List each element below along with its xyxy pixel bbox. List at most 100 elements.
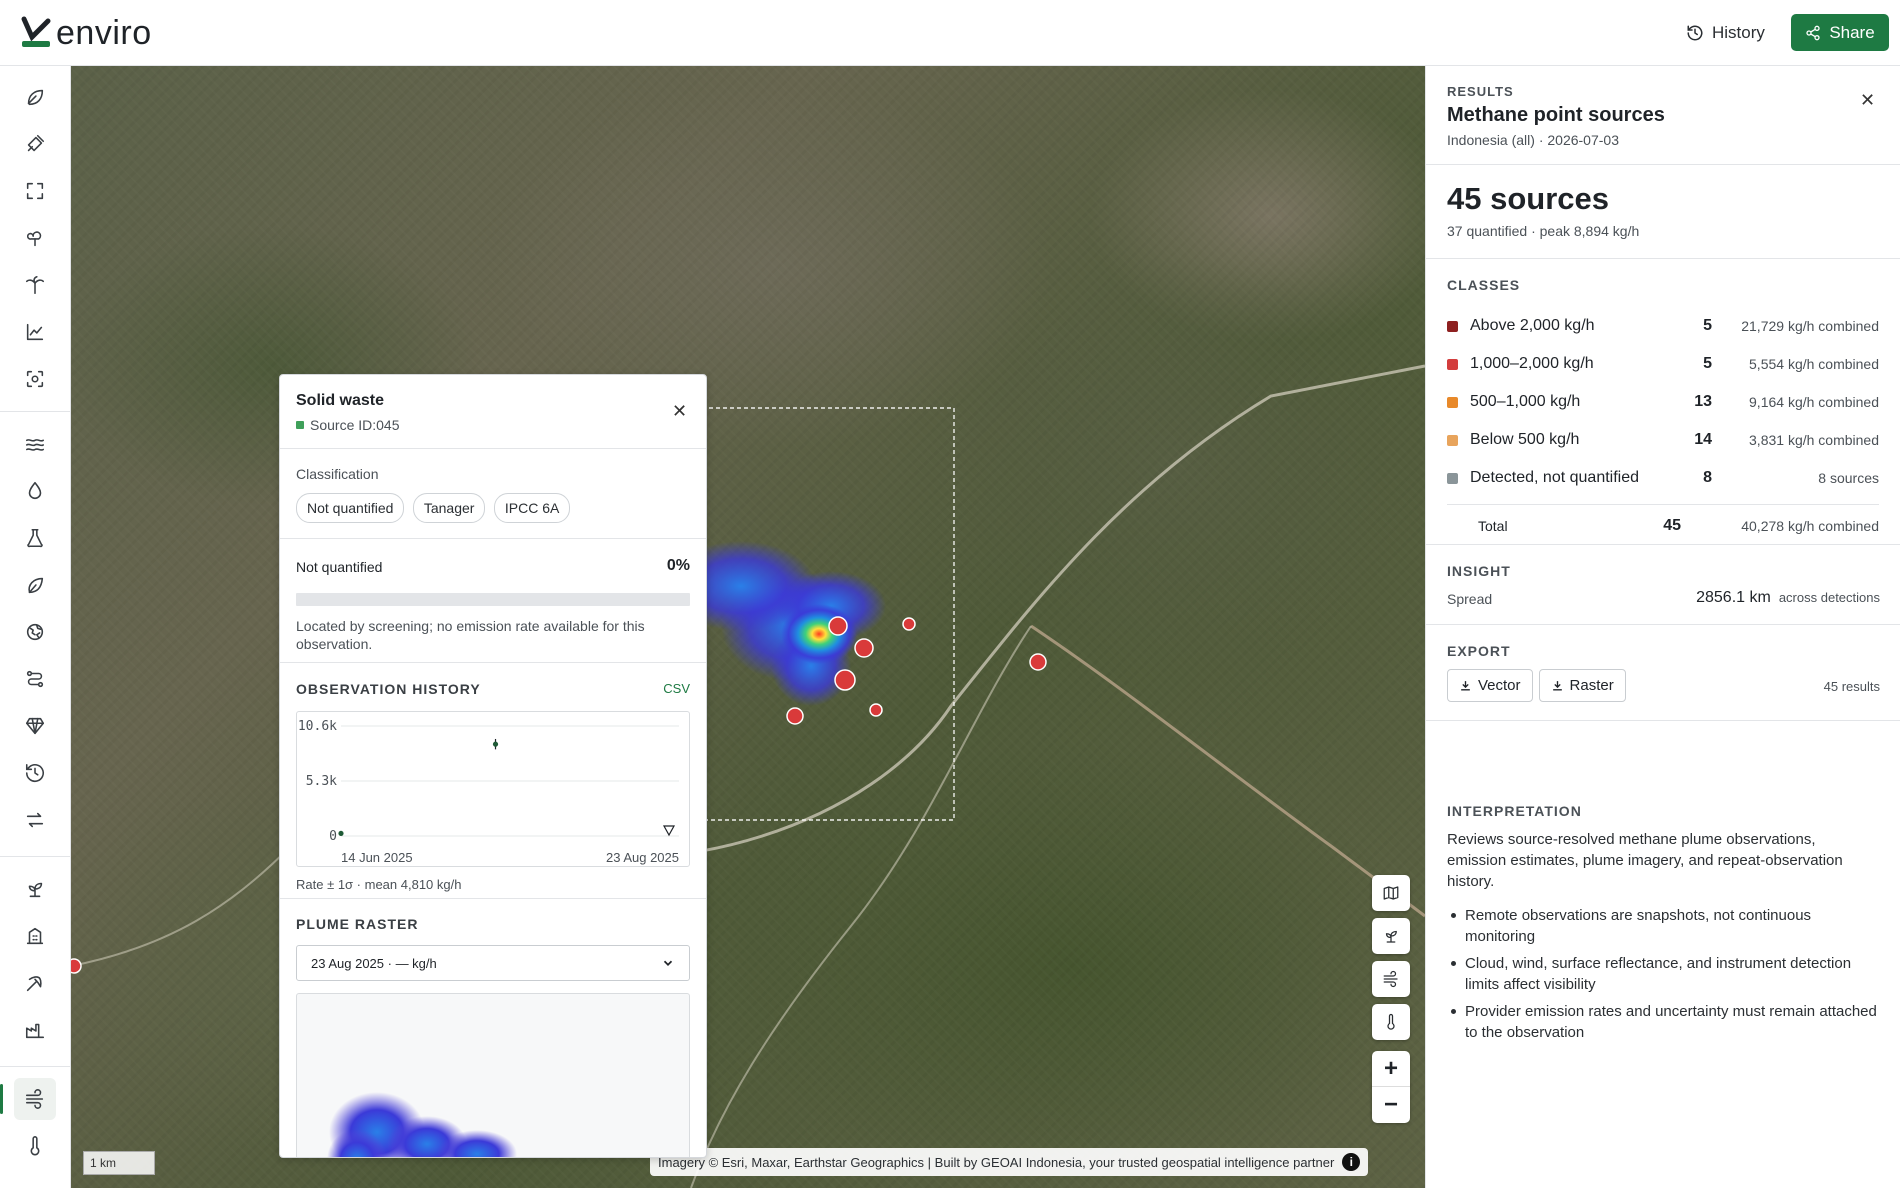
popup-close-button[interactable]: ✕	[672, 401, 687, 422]
share-label: Share	[1829, 22, 1875, 42]
spread-label: Spread	[1447, 591, 1493, 607]
factory-icon	[25, 1023, 45, 1039]
panel-close-button[interactable]: ✕	[1860, 90, 1875, 111]
interp-bullet: Remote observations are snapshots, not c…	[1447, 905, 1877, 947]
csv-link[interactable]: CSV	[663, 681, 690, 696]
rail-gem[interactable]	[14, 705, 56, 747]
results-header: RESULTS Methane point sources Indonesia …	[1426, 66, 1900, 165]
rail-scan[interactable]	[14, 170, 56, 212]
vector-label: Vector	[1478, 677, 1521, 694]
arrows-swap-icon	[26, 812, 44, 828]
class-name: Above 2,000 kg/h	[1470, 317, 1595, 334]
building-icon	[26, 927, 44, 945]
rail-thermometer[interactable]	[14, 1125, 56, 1167]
data-point	[338, 830, 344, 837]
scale-bar: 1 km	[83, 1151, 155, 1175]
interp-bullet: Provider emission rates and uncertainty …	[1447, 1001, 1877, 1043]
rail-palm[interactable]	[14, 264, 56, 306]
popup-title: Solid waste	[296, 392, 385, 409]
export-raster-button[interactable]: Raster	[1538, 669, 1626, 702]
palm-icon	[25, 275, 45, 295]
class-row[interactable]: 1,000–2,000 kg/h 5 5,554 kg/h combined	[1447, 345, 1879, 383]
history-chart: 10.6k 5.3k 0 14 Jun 2025 23 Aug 2025	[296, 711, 690, 867]
popup-source-id: Source ID:045	[296, 417, 400, 433]
raster-label: Raster	[1569, 677, 1614, 694]
class-row[interactable]: Below 500 kg/h 14 3,831 kg/h combined	[1447, 421, 1879, 459]
raster-date-select[interactable]: 23 Aug 2025 · — kg/h	[296, 945, 690, 981]
x-tick-label: 23 Aug 2025	[606, 850, 679, 865]
observation-history-section: OBSERVATION HISTORY CSV 10.6k 5.3k 0 14 Jun…	[280, 663, 706, 899]
class-combined: 8 sources	[1818, 470, 1879, 486]
source-status-dot	[296, 421, 304, 429]
rail-building[interactable]	[14, 915, 56, 957]
rail-history[interactable]	[14, 752, 56, 794]
rail-droplet[interactable]	[14, 470, 56, 512]
rail-satellite[interactable]	[14, 123, 56, 165]
history-title: OBSERVATION HISTORY	[296, 681, 481, 697]
class-combined: 3,831 kg/h combined	[1749, 432, 1879, 448]
total-count: 45	[1663, 517, 1681, 534]
rail-target[interactable]	[14, 358, 56, 400]
rail-pickaxe[interactable]	[14, 962, 56, 1004]
flask-icon	[27, 528, 43, 548]
thermometer-icon	[30, 1136, 40, 1156]
scan-icon	[26, 182, 44, 200]
share-icon	[1806, 25, 1820, 40]
rail-leaf[interactable]	[14, 76, 56, 118]
trees-icon	[26, 231, 42, 247]
class-row[interactable]: Detected, not quantified 8 8 sources	[1447, 459, 1879, 497]
class-swatch	[1447, 320, 1458, 332]
share-button[interactable]: Share	[1791, 14, 1889, 51]
rail-globe[interactable]	[14, 611, 56, 653]
class-row[interactable]: 500–1,000 kg/h 13 9,164 kg/h combined	[1447, 383, 1879, 421]
history-button[interactable]: History	[1686, 18, 1765, 48]
plume-raster-heatmap	[327, 1092, 517, 1157]
spread-value: 2856.1 km	[1696, 589, 1771, 606]
rail-chart[interactable]	[14, 311, 56, 353]
source-count: 45 sources	[1447, 181, 1609, 216]
app-logo[interactable]: enviro	[20, 14, 152, 52]
class-name: 1,000–2,000 kg/h	[1470, 355, 1594, 372]
logo-icon	[21, 16, 51, 47]
rail-wind[interactable]	[0, 1078, 56, 1120]
zoom-controls: + −	[1372, 1051, 1410, 1123]
logo-text: enviro	[56, 13, 152, 52]
wind-layer-button[interactable]	[1372, 961, 1410, 997]
chip-ipcc: IPCC 6A	[493, 493, 571, 523]
vegetation-layer-button[interactable]	[1372, 918, 1410, 954]
total-combined: 40,278 kg/h combined	[1741, 518, 1879, 534]
total-label: Total	[1478, 518, 1508, 534]
rail-trees[interactable]	[14, 217, 56, 259]
rail-waves[interactable]	[14, 423, 56, 465]
map-icon	[1383, 886, 1399, 900]
class-swatch	[1447, 396, 1458, 408]
summary-section: 45 sources 37 quantified · peak 8,894 kg…	[1426, 165, 1900, 259]
rail-leaf-alt[interactable]	[14, 564, 56, 606]
rail-compare[interactable]	[14, 799, 56, 841]
zoom-in-button[interactable]: +	[1372, 1051, 1410, 1087]
results-label: RESULTS	[1447, 84, 1514, 99]
class-combined: 9,164 kg/h combined	[1749, 394, 1879, 410]
results-subtitle: Indonesia (all) · 2026-07-03	[1447, 132, 1619, 148]
class-row[interactable]: Above 2,000 kg/h 5 21,729 kg/h combined	[1447, 307, 1879, 345]
zoom-out-button[interactable]: −	[1372, 1087, 1410, 1123]
temperature-layer-button[interactable]	[1372, 1004, 1410, 1040]
leaf-alt-icon	[28, 577, 44, 594]
export-vector-button[interactable]: Vector	[1447, 669, 1533, 702]
total-row: Total 45 40,278 kg/h combined	[1447, 507, 1879, 545]
satellite-icon	[27, 134, 45, 152]
info-icon[interactable]: i	[1342, 1153, 1361, 1171]
map-view[interactable]: 1 km Imagery © Esri, Maxar, Earthstar Ge…	[71, 66, 1425, 1188]
rail-route[interactable]	[14, 658, 56, 700]
chart-caption: Rate ± 1σ · mean 4,810 kg/h	[296, 877, 462, 892]
plume-raster-image	[296, 993, 690, 1157]
rail-sprout[interactable]	[14, 868, 56, 910]
rail-flask[interactable]	[14, 517, 56, 559]
class-name: 500–1,000 kg/h	[1470, 393, 1581, 410]
basemap-button[interactable]	[1372, 875, 1410, 911]
classes-section: CLASSES Above 2,000 kg/h 5 21,729 kg/h c…	[1426, 259, 1900, 545]
rail-factory[interactable]	[14, 1009, 56, 1051]
leaf-icon	[27, 89, 44, 106]
export-count: 45 results	[1823, 679, 1880, 694]
focus-icon	[26, 370, 44, 388]
